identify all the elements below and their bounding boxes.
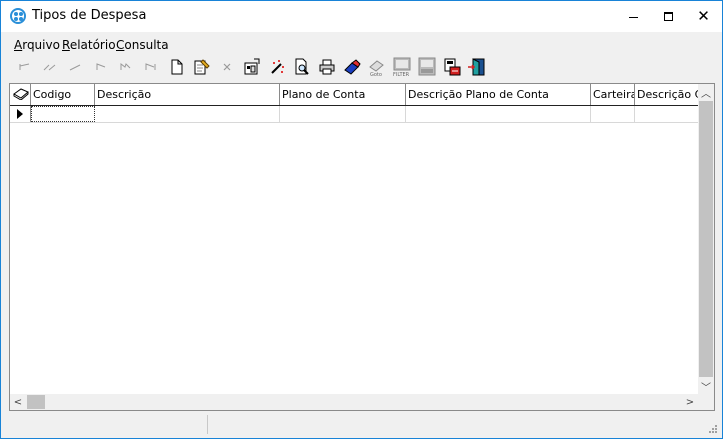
prev-record-icon [69, 64, 81, 71]
scrollbar-corner [698, 394, 714, 410]
preview-button[interactable] [292, 56, 312, 78]
prev-record-button[interactable] [65, 56, 85, 78]
menu-consulta[interactable]: Consulta [116, 38, 169, 52]
cell-descricao-carteira[interactable] [635, 106, 698, 122]
export-button[interactable] [442, 56, 462, 78]
exit-button[interactable] [467, 56, 487, 78]
goto-icon: Goto [369, 60, 384, 77]
magic-wand-icon [271, 60, 284, 74]
current-row-arrow-icon [17, 109, 23, 119]
menu-relatorio[interactable]: Relatório [62, 38, 116, 52]
next-record-icon [96, 63, 106, 70]
status-bar [1, 413, 722, 438]
status-panel-2 [209, 415, 707, 434]
scroll-left-arrow-icon[interactable]: < [10, 394, 26, 410]
menu-bar: Arquivo Relatório Consulta [1, 35, 722, 53]
last-record-button[interactable] [141, 56, 161, 78]
properties-button[interactable] [242, 56, 262, 78]
properties-icon [244, 58, 260, 75]
close-button[interactable]: ✕ [686, 1, 721, 32]
eraser-button[interactable] [342, 56, 362, 78]
next-page-icon [120, 63, 131, 70]
new-document-icon [171, 59, 183, 75]
first-record-button[interactable] [15, 56, 35, 78]
print-button[interactable] [317, 56, 337, 78]
app-icon[interactable] [10, 8, 26, 24]
window-title: Tipos de Despesa [32, 8, 147, 23]
print-preview-icon [295, 58, 309, 75]
delete-icon [223, 63, 231, 71]
minimize-button[interactable] [616, 1, 651, 32]
edit-document-icon [194, 59, 210, 75]
horizontal-scroll-thumb[interactable] [27, 395, 45, 409]
cell-codigo[interactable] [31, 106, 95, 122]
status-panel-1 [3, 415, 208, 434]
cell-carteira[interactable] [591, 106, 635, 122]
column-header-carteira[interactable]: Carteira [591, 84, 635, 105]
prev-page-button[interactable] [40, 56, 60, 78]
cell-descricao[interactable] [95, 106, 280, 122]
close-icon: ✕ [697, 7, 710, 25]
next-record-button[interactable] [91, 56, 111, 78]
magic-button[interactable] [267, 56, 287, 78]
prev-page-icon [43, 64, 56, 71]
title-bar[interactable]: Tipos de Despesa ✕ [1, 1, 722, 32]
vertical-scroll-thumb[interactable] [699, 101, 713, 377]
vertical-scrollbar[interactable]: ︿ ﹀ [698, 84, 714, 394]
column-header-descricao[interactable]: Descrição [95, 84, 280, 105]
goto-button[interactable]: Goto [367, 56, 387, 78]
column-header-plano-de-conta[interactable]: Plano de Conta [280, 84, 406, 105]
scroll-down-arrow-icon[interactable]: ﹀ [698, 378, 714, 394]
book-icon [13, 88, 29, 101]
column-header-descricao-plano-de-conta[interactable]: Descrição Plano de Conta [406, 84, 591, 105]
filter-list-icon [418, 57, 436, 76]
resize-grip-icon[interactable] [708, 424, 718, 434]
filter-icon: FILTER [393, 57, 411, 77]
export-icon [444, 58, 461, 76]
exit-door-icon [468, 58, 485, 76]
table-row[interactable] [10, 106, 698, 123]
row-indicator[interactable] [10, 106, 31, 122]
maximize-button[interactable] [651, 1, 686, 32]
new-button[interactable] [167, 56, 187, 78]
last-record-icon [145, 63, 156, 70]
horizontal-scrollbar[interactable]: < > [10, 394, 698, 410]
menu-arquivo[interactable]: Arquivo [14, 38, 60, 52]
filter-list-button[interactable] [417, 56, 437, 78]
next-page-button[interactable] [116, 56, 136, 78]
minimize-icon [629, 16, 638, 18]
grid-corner[interactable] [10, 84, 31, 105]
scroll-up-arrow-icon[interactable]: ︿ [698, 84, 714, 100]
print-icon [319, 59, 335, 75]
scroll-right-arrow-icon[interactable]: > [682, 394, 698, 410]
filter-button[interactable]: FILTER [392, 56, 412, 78]
column-header-descricao-carteira[interactable]: Descrição Ca [635, 84, 698, 105]
cell-descricao-plano-de-conta[interactable] [406, 106, 591, 122]
first-record-icon [19, 63, 30, 70]
cell-plano-de-conta[interactable] [280, 106, 406, 122]
eraser-icon [344, 59, 361, 75]
column-header-codigo[interactable]: Codigo [31, 84, 95, 105]
maximize-icon [664, 12, 673, 21]
data-grid[interactable]: Codigo Descrição Plano de Conta Descriçã… [9, 83, 715, 411]
edit-button[interactable] [192, 56, 212, 78]
grid-header: Codigo Descrição Plano de Conta Descriçã… [10, 84, 698, 106]
toolbar: Goto FILTER [15, 56, 515, 78]
main-window: Tipos de Despesa ✕ Arquivo Relatório Con… [0, 0, 723, 439]
svg-text:FILTER: FILTER [393, 72, 410, 77]
svg-text:Goto: Goto [370, 72, 382, 77]
delete-button[interactable] [217, 56, 237, 78]
